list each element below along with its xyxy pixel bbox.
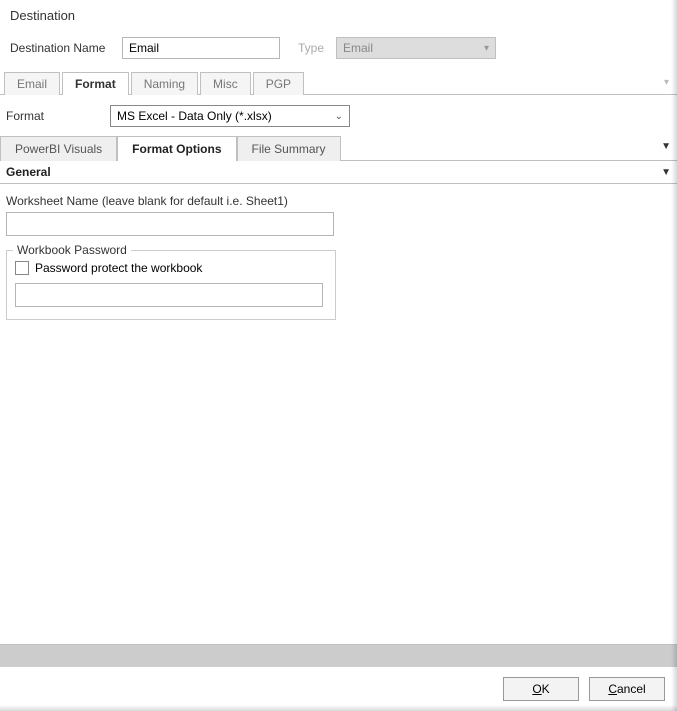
main-tabs: Email Format Naming Misc PGP ▾ xyxy=(0,71,677,95)
window-title: Destination xyxy=(0,0,677,31)
format-label: Format xyxy=(6,109,102,123)
chevron-down-icon: ⌄ xyxy=(335,111,343,122)
password-protect-row: Password protect the workbook xyxy=(15,261,327,275)
tab-format[interactable]: Format xyxy=(62,72,129,95)
dropdown-arrow-icon[interactable]: ▼ xyxy=(661,141,671,152)
cancel-button[interactable]: Cancel xyxy=(589,677,665,701)
ok-button[interactable]: OK xyxy=(503,677,579,701)
section-title: General xyxy=(6,165,51,179)
tab-file-summary[interactable]: File Summary xyxy=(237,136,341,161)
format-select[interactable]: MS Excel - Data Only (*.xlsx) ⌄ xyxy=(110,105,350,127)
password-protect-checkbox[interactable] xyxy=(15,261,29,275)
worksheet-name-input[interactable] xyxy=(6,212,334,236)
type-label: Type xyxy=(298,41,328,55)
workbook-password-group: Workbook Password Password protect the w… xyxy=(6,250,336,320)
type-select-value: Email xyxy=(343,41,373,55)
chevron-down-icon[interactable]: ▾ xyxy=(664,77,669,88)
workbook-password-input[interactable] xyxy=(15,283,323,307)
worksheet-name-label: Worksheet Name (leave blank for default … xyxy=(6,194,671,208)
content-area: Worksheet Name (leave blank for default … xyxy=(0,184,677,645)
destination-name-label: Destination Name xyxy=(10,41,114,55)
section-general-header[interactable]: General ▼ xyxy=(0,161,677,184)
tab-naming[interactable]: Naming xyxy=(131,72,198,95)
destination-name-input[interactable] xyxy=(122,37,280,59)
password-protect-label: Password protect the workbook xyxy=(35,261,202,275)
tab-pgp[interactable]: PGP xyxy=(253,72,304,95)
tab-format-options[interactable]: Format Options xyxy=(117,136,236,161)
footer-bar xyxy=(0,645,677,667)
tab-misc[interactable]: Misc xyxy=(200,72,251,95)
type-select: Email ▾ xyxy=(336,37,496,59)
tab-powerbi-visuals[interactable]: PowerBI Visuals xyxy=(0,136,117,161)
button-row: OK Cancel xyxy=(0,667,677,711)
chevron-down-icon: ▾ xyxy=(484,43,489,54)
workbook-password-legend: Workbook Password xyxy=(13,243,131,257)
sub-tabs: PowerBI Visuals Format Options File Summ… xyxy=(0,135,677,161)
dropdown-arrow-icon: ▼ xyxy=(661,167,671,178)
header-row: Destination Name Type Email ▾ xyxy=(0,31,677,71)
format-row: Format MS Excel - Data Only (*.xlsx) ⌄ xyxy=(0,95,677,135)
format-select-value: MS Excel - Data Only (*.xlsx) xyxy=(117,109,272,123)
tab-email[interactable]: Email xyxy=(4,72,60,95)
